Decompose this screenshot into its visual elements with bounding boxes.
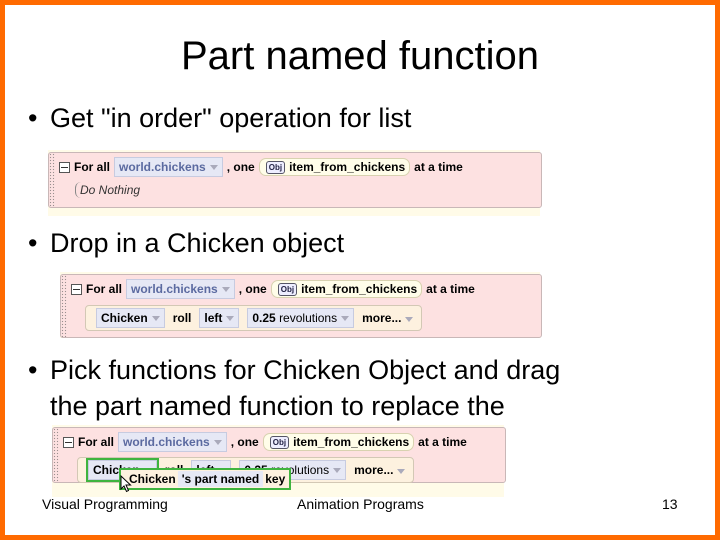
screenshot-for-all-do-nothing: For all world.chickens , one Obj item_fro… bbox=[48, 150, 542, 216]
direction-dropdown[interactable]: left bbox=[199, 308, 240, 328]
drag-grip[interactable] bbox=[49, 153, 55, 207]
bullet-marker: • bbox=[28, 103, 38, 133]
footer-center: Animation Programs bbox=[297, 496, 424, 512]
dropdown-arrow-icon bbox=[333, 467, 342, 473]
bullet-text: Drop in a Chicken object bbox=[50, 228, 345, 258]
collapse-icon[interactable] bbox=[59, 161, 70, 173]
item-parameter[interactable]: Obj item_from_chickens bbox=[258, 158, 411, 176]
one-label: , one bbox=[230, 435, 259, 449]
item-parameter[interactable]: Obj item_from_chickens bbox=[270, 280, 423, 298]
screenshot-drop-chicken: For all world.chickens , one Obj item_fro… bbox=[60, 272, 542, 338]
bullet-text-line-1: Pick functions for Chicken Object and dr… bbox=[50, 355, 561, 385]
one-label: , one bbox=[238, 282, 267, 296]
mouse-pointer-icon bbox=[120, 475, 132, 493]
bullet-text: Get "in order" operation for list bbox=[50, 103, 412, 133]
list-value: world.chickens bbox=[123, 435, 210, 449]
more-dropdown[interactable]: more... bbox=[354, 463, 406, 477]
object-type-icon: Obj bbox=[265, 160, 286, 174]
object-type-icon: Obj bbox=[277, 282, 298, 296]
item-name: item_from_chickens bbox=[293, 435, 410, 449]
for-all-label: For all bbox=[86, 282, 123, 296]
object-value: Chicken bbox=[101, 311, 148, 325]
dropdown-arrow-icon bbox=[397, 469, 406, 474]
dropdown-arrow-icon bbox=[405, 317, 414, 322]
at-a-time-label: at a time bbox=[414, 160, 463, 174]
dropdown-arrow-icon bbox=[151, 315, 160, 321]
more-label: more... bbox=[362, 311, 402, 325]
dropdown-arrow-icon bbox=[221, 286, 230, 292]
bullet-text-line-2: the part named function to replace the bbox=[50, 391, 505, 421]
direction-value: left bbox=[204, 311, 223, 325]
at-a-time-label: at a time bbox=[426, 282, 475, 296]
more-label: more... bbox=[354, 463, 394, 477]
item-name: item_from_chickens bbox=[301, 282, 418, 296]
method-label: roll bbox=[172, 311, 192, 325]
amount-value: 0.25 bbox=[252, 311, 276, 325]
for-all-label: For all bbox=[74, 160, 111, 174]
drag-grip[interactable] bbox=[61, 275, 67, 337]
part-named-label: 's part named bbox=[177, 471, 264, 487]
unit-label: revolutions bbox=[279, 311, 338, 325]
dropdown-arrow-icon bbox=[226, 315, 235, 321]
for-all-block[interactable]: For all world.chickens , one Obj item_fro… bbox=[60, 274, 542, 338]
do-nothing-placeholder[interactable]: Do Nothing bbox=[75, 182, 144, 198]
list-value: world.chickens bbox=[131, 282, 218, 296]
slide-title: Part named function bbox=[181, 34, 539, 78]
for-all-block[interactable]: For all world.chickens , one Obj item_fro… bbox=[48, 152, 542, 208]
part-key: key bbox=[265, 472, 286, 486]
one-label: , one bbox=[226, 160, 255, 174]
dropdown-arrow-icon bbox=[341, 315, 350, 321]
part-object: Chicken bbox=[129, 472, 176, 486]
bullet-3: • Pick functions for Chicken Object and d… bbox=[28, 352, 560, 424]
item-parameter[interactable]: Obj item_from_chickens bbox=[262, 433, 415, 451]
list-dropdown[interactable]: world.chickens bbox=[126, 279, 235, 299]
page-number: 13 bbox=[662, 496, 678, 512]
bullet-1: • Get "in order" operation for list bbox=[28, 100, 411, 136]
at-a-time-label: at a time bbox=[418, 435, 467, 449]
item-name: item_from_chickens bbox=[289, 160, 406, 174]
footer-left: Visual Programming bbox=[42, 496, 168, 512]
dropdown-arrow-icon bbox=[213, 439, 222, 445]
screenshot-drag-part-named: For all world.chickens , one Obj item_fro… bbox=[52, 425, 506, 497]
drag-grip[interactable] bbox=[53, 428, 59, 482]
part-named-function-tile[interactable]: Chicken 's part named key bbox=[119, 468, 292, 490]
bullet-marker: • bbox=[28, 228, 38, 258]
list-value: world.chickens bbox=[119, 160, 206, 174]
list-dropdown[interactable]: world.chickens bbox=[114, 157, 223, 177]
for-all-label: For all bbox=[78, 435, 115, 449]
roll-command[interactable]: Chicken roll left 0.25 revolutions more.… bbox=[85, 305, 423, 331]
bullet-marker: • bbox=[28, 355, 38, 385]
dropdown-arrow-icon bbox=[209, 164, 218, 170]
collapse-icon[interactable] bbox=[71, 283, 82, 295]
object-type-icon: Obj bbox=[269, 435, 290, 449]
collapse-icon[interactable] bbox=[63, 436, 74, 448]
bullet-2: • Drop in a Chicken object bbox=[28, 225, 344, 261]
object-dropdown[interactable]: Chicken bbox=[96, 308, 165, 328]
list-dropdown[interactable]: world.chickens bbox=[118, 432, 227, 452]
more-dropdown[interactable]: more... bbox=[362, 311, 414, 325]
amount-dropdown[interactable]: 0.25 revolutions bbox=[247, 308, 355, 328]
